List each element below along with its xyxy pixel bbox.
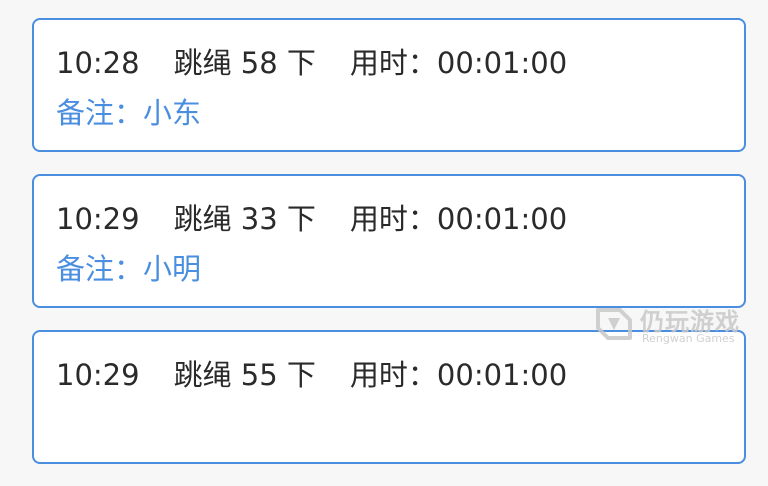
record-note: 备注：小东	[56, 96, 202, 130]
record-summary: 10:29 跳绳 33 下用时：00:01:00	[56, 200, 567, 238]
record-jump-count: 跳绳 55 下	[173, 358, 316, 392]
watermark-subtext: Rengwan Games	[642, 332, 735, 345]
record-summary: 10:28 跳绳 58 下用时：00:01:00	[56, 44, 567, 82]
record-duration: 用时：00:01:00	[349, 358, 568, 392]
record-card[interactable]: 10:29 跳绳 33 下用时：00:01:00 备注：小明	[32, 174, 746, 308]
record-card[interactable]: 10:28 跳绳 58 下用时：00:01:00 备注：小东	[32, 18, 746, 152]
record-list: 10:28 跳绳 58 下用时：00:01:00 备注：小东 10:29 跳绳 33…	[32, 18, 746, 486]
record-time: 10:28	[56, 46, 140, 80]
watermark: 仍玩游戏 Rengwan Games	[594, 300, 754, 352]
record-duration: 用时：00:01:00	[349, 46, 568, 80]
record-duration: 用时：00:01:00	[349, 202, 568, 236]
record-time: 10:29	[56, 202, 140, 236]
watermark-logo-icon	[596, 308, 632, 340]
record-note: 备注：小明	[56, 252, 202, 286]
record-summary: 10:29 跳绳 55 下用时：00:01:00	[56, 356, 567, 394]
record-jump-count: 跳绳 58 下	[173, 46, 316, 80]
record-time: 10:29	[56, 358, 140, 392]
record-jump-count: 跳绳 33 下	[173, 202, 316, 236]
